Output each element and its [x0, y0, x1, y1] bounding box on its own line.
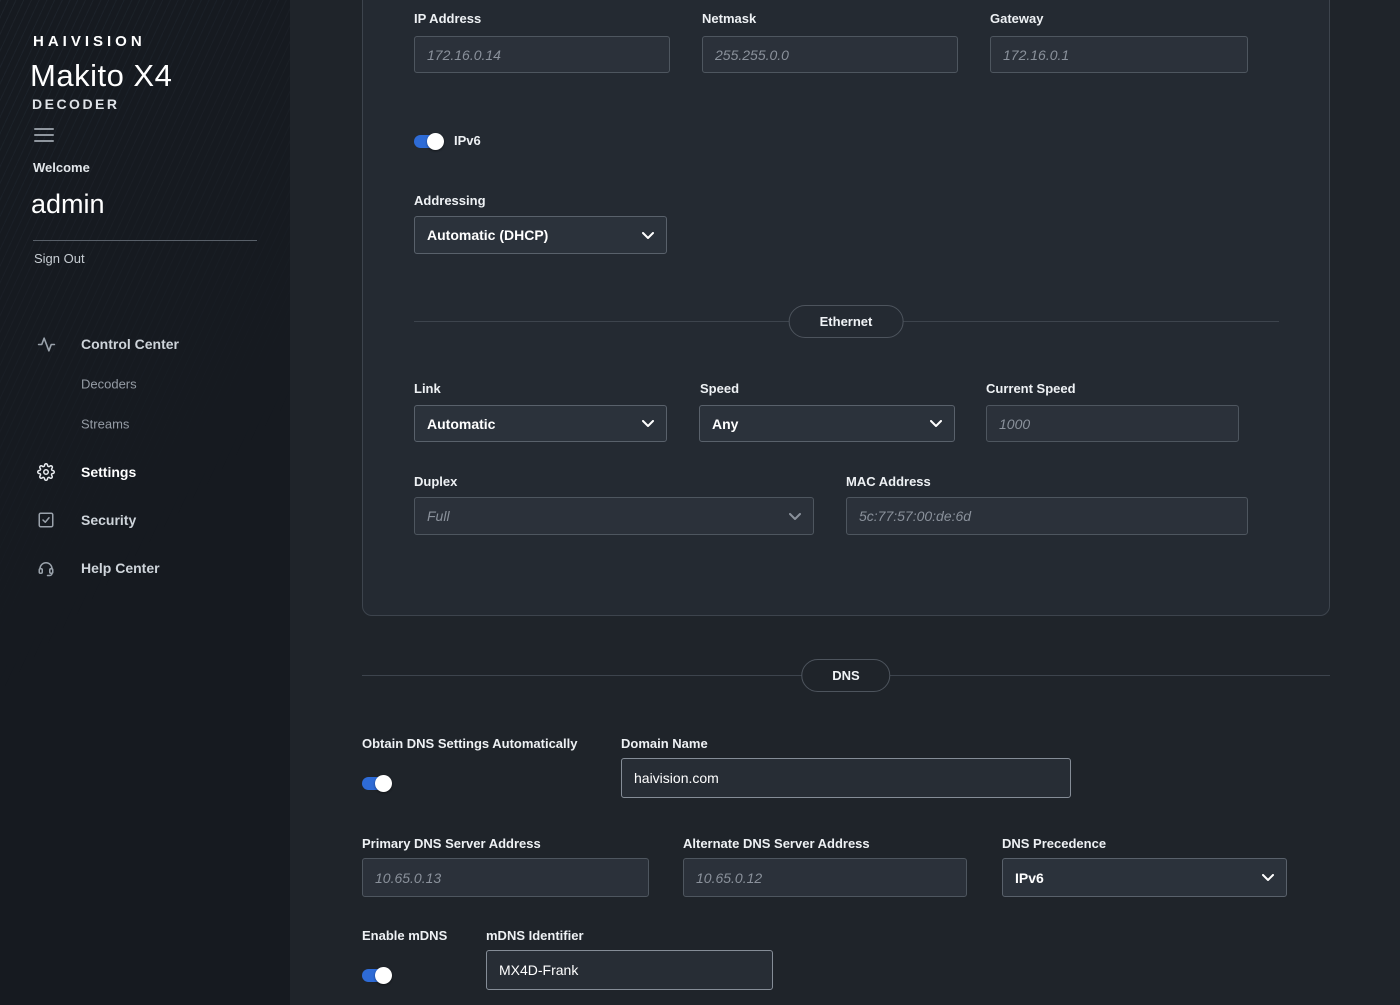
sidebar-item-label: Security	[81, 512, 136, 528]
primary-dns-field	[362, 858, 649, 897]
addressing-label: Addressing	[414, 193, 486, 208]
duplex-value: Full	[427, 508, 450, 524]
mac-address-field	[846, 497, 1248, 535]
current-speed-field	[986, 405, 1239, 442]
control-center-icon	[36, 334, 56, 354]
chevron-down-icon	[642, 232, 654, 239]
product-name: Makito X4	[30, 58, 172, 94]
current-speed-label: Current Speed	[986, 381, 1076, 396]
dns-precedence-select[interactable]: IPv6	[1002, 858, 1287, 897]
username: admin	[31, 189, 105, 220]
mac-address-label: MAC Address	[846, 474, 931, 489]
mdns-identifier-field[interactable]	[486, 950, 773, 990]
dns-precedence-label: DNS Precedence	[1002, 836, 1106, 851]
gear-icon	[36, 462, 56, 482]
sidebar-item-help-center[interactable]: Help Center	[0, 551, 290, 585]
obtain-dns-auto-toggle[interactable]	[362, 777, 390, 790]
speed-select[interactable]: Any	[699, 405, 955, 442]
ethernet-section-label: Ethernet	[789, 305, 904, 338]
chevron-down-icon	[642, 420, 654, 427]
enable-mdns-toggle[interactable]	[362, 969, 390, 982]
netmask-field	[702, 36, 958, 73]
haivision-logo: HAIVISION	[33, 33, 146, 50]
sidebar-item-label: Control Center	[81, 336, 179, 352]
sidebar-item-security[interactable]: Security	[0, 503, 290, 537]
domain-name-field[interactable]	[621, 758, 1071, 798]
dns-precedence-value: IPv6	[1015, 870, 1044, 886]
sidebar: HAIVISION Makito X4 DECODER Welcome admi…	[0, 0, 290, 1005]
sidebar-item-decoders[interactable]: Decoders	[0, 367, 290, 401]
ipv6-label: IPv6	[454, 133, 481, 148]
chevron-down-icon	[930, 420, 942, 427]
primary-dns-label: Primary DNS Server Address	[362, 836, 541, 851]
product-type: DECODER	[32, 96, 120, 112]
chevron-down-icon	[1262, 874, 1274, 881]
gateway-field	[990, 36, 1248, 73]
speed-value: Any	[712, 416, 738, 432]
sidebar-item-control-center[interactable]: Control Center	[0, 327, 290, 361]
chevron-down-icon	[789, 513, 801, 520]
toggle-knob	[375, 775, 392, 792]
link-label: Link	[414, 381, 441, 396]
link-select[interactable]: Automatic	[414, 405, 667, 442]
duplex-label: Duplex	[414, 474, 457, 489]
sidebar-item-label: Streams	[81, 417, 129, 432]
sidebar-item-label: Decoders	[81, 377, 137, 392]
speed-label: Speed	[700, 381, 739, 396]
sign-out-link[interactable]: Sign Out	[34, 251, 85, 266]
network-settings-page: IP Address Netmask Gateway IPv6 Addressi…	[290, 0, 1400, 1005]
sidebar-divider	[33, 240, 257, 241]
alternate-dns-field	[683, 858, 967, 897]
obtain-dns-auto-label: Obtain DNS Settings Automatically	[362, 736, 578, 751]
addressing-value: Automatic (DHCP)	[427, 227, 548, 243]
mdns-identifier-label: mDNS Identifier	[486, 928, 584, 943]
toggle-knob	[375, 967, 392, 984]
sidebar-item-streams[interactable]: Streams	[0, 407, 290, 441]
duplex-select: Full	[414, 497, 814, 535]
enable-mdns-label: Enable mDNS	[362, 928, 447, 943]
link-value: Automatic	[427, 416, 495, 432]
security-check-icon	[36, 510, 56, 530]
toggle-knob	[427, 133, 444, 150]
ip-address-field	[414, 36, 670, 73]
sidebar-item-settings[interactable]: Settings	[0, 455, 290, 489]
addressing-select[interactable]: Automatic (DHCP)	[414, 216, 667, 254]
ip-address-label: IP Address	[414, 11, 481, 26]
headset-icon	[36, 558, 56, 578]
dns-section-label: DNS	[801, 659, 890, 692]
gateway-label: Gateway	[990, 11, 1043, 26]
domain-name-label: Domain Name	[621, 736, 708, 751]
alternate-dns-label: Alternate DNS Server Address	[683, 836, 870, 851]
sidebar-item-label: Help Center	[81, 560, 160, 576]
netmask-label: Netmask	[702, 11, 756, 26]
welcome-label: Welcome	[33, 160, 90, 175]
menu-toggle-icon[interactable]	[34, 128, 54, 146]
sidebar-item-label: Settings	[81, 464, 136, 480]
network-card: IP Address Netmask Gateway IPv6 Addressi…	[362, 0, 1330, 616]
ipv6-toggle[interactable]	[414, 135, 442, 148]
